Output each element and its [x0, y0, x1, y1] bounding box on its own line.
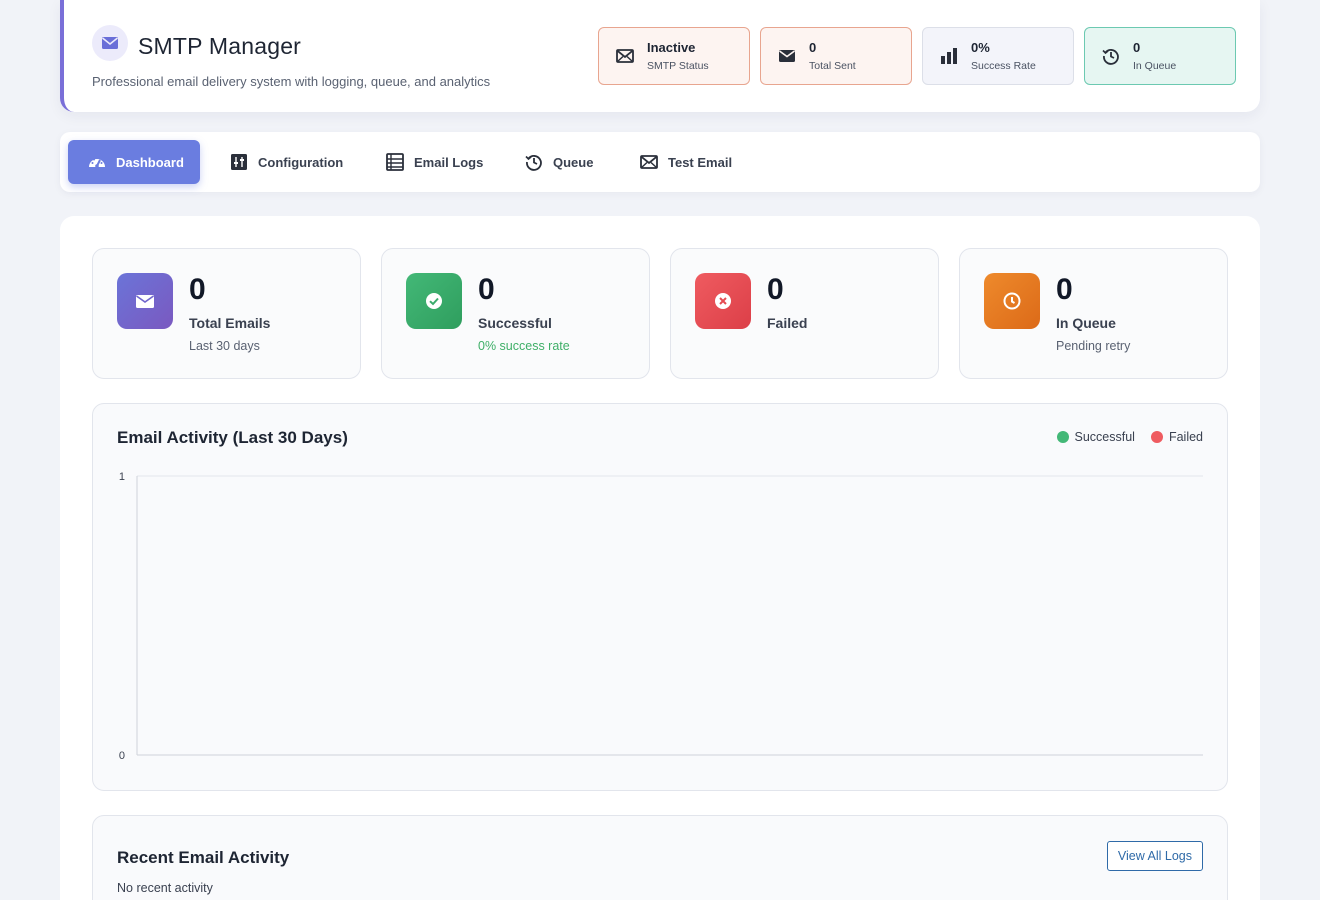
- stat-value: 0: [1056, 273, 1073, 306]
- stat-value: 0: [478, 273, 495, 306]
- tab-configuration-label: Configuration: [258, 154, 344, 170]
- chart-y-tick-label: 0: [119, 750, 125, 762]
- clock-icon: [984, 273, 1040, 329]
- stat-label: Successful: [478, 315, 552, 331]
- email-activity-chart: Email Activity (Last 30 Days) Successful…: [92, 403, 1228, 791]
- stat-card-successful: 0 Successful 0% success rate: [381, 248, 650, 379]
- sliders-icon: [230, 153, 248, 171]
- total-sent-label: Total Sent: [809, 59, 856, 72]
- list-icon: [386, 153, 404, 171]
- total-sent-pill: 0 Total Sent: [760, 27, 912, 85]
- tab-dashboard[interactable]: Dashboard: [68, 140, 200, 184]
- stat-card-in-queue: 0 In Queue Pending retry: [959, 248, 1228, 379]
- dashboard-panel: 0 Total Emails Last 30 days 0 Successful…: [60, 216, 1260, 900]
- stat-card-failed: 0 Failed: [670, 248, 939, 379]
- total-sent-value: 0: [809, 39, 817, 55]
- chart-plot-area: 10: [119, 471, 1203, 762]
- tab-email-logs-label: Email Logs: [414, 154, 484, 170]
- chart-y-tick-label: 1: [119, 471, 125, 483]
- history-icon: [525, 153, 543, 171]
- success-rate-value: 0%: [971, 39, 990, 55]
- dashboard-icon: [88, 153, 106, 171]
- recent-activity-card: Recent Email Activity No recent activity…: [92, 815, 1228, 900]
- stat-subtext: Pending retry: [1056, 339, 1131, 353]
- smtp-status-label: SMTP Status: [647, 59, 709, 72]
- mail-icon: [777, 46, 797, 66]
- in-queue-label: In Queue: [1133, 59, 1177, 72]
- main-tabs: Dashboard Configuration Email Logs Queue…: [60, 132, 1260, 192]
- stat-label: In Queue: [1056, 315, 1116, 331]
- stat-label: Failed: [767, 315, 808, 331]
- tab-dashboard-label: Dashboard: [116, 154, 184, 170]
- tab-queue[interactable]: Queue: [505, 140, 613, 184]
- success-rate-label: Success Rate: [971, 59, 1036, 72]
- envelope-icon: [640, 153, 658, 171]
- success-rate-pill: 0% Success Rate: [922, 27, 1074, 85]
- page-title: SMTP Manager: [138, 33, 302, 59]
- tab-test-email-label: Test Email: [668, 154, 733, 170]
- page-subtitle: Professional email delivery system with …: [92, 74, 491, 89]
- recent-activity-empty: No recent activity: [117, 881, 213, 895]
- tab-test-email[interactable]: Test Email: [620, 140, 752, 184]
- recent-activity-title: Recent Email Activity: [117, 848, 290, 867]
- stat-subtext: Last 30 days: [189, 339, 260, 353]
- stat-card-total-emails: 0 Total Emails Last 30 days: [92, 248, 361, 379]
- view-all-logs-button[interactable]: View All Logs: [1106, 841, 1203, 871]
- logo-envelope-icon: [92, 25, 128, 61]
- stat-subtext: 0% success rate: [478, 339, 570, 353]
- envelope-icon: [117, 273, 173, 329]
- app-header: SMTP Manager Professional email delivery…: [60, 0, 1260, 112]
- stat-value: 0: [189, 273, 206, 306]
- in-queue-value: 0: [1133, 39, 1141, 55]
- smtp-status-pill: Inactive SMTP Status: [598, 27, 750, 85]
- history-icon: [1101, 46, 1121, 66]
- bar-chart-icon: [939, 46, 959, 66]
- stat-label: Total Emails: [189, 315, 271, 331]
- stat-value: 0: [767, 273, 784, 306]
- x-circle-icon: [695, 273, 751, 329]
- tab-configuration[interactable]: Configuration: [210, 140, 363, 184]
- tab-queue-label: Queue: [553, 154, 594, 170]
- tab-email-logs[interactable]: Email Logs: [366, 140, 503, 184]
- check-circle-icon: [406, 273, 462, 329]
- in-queue-pill: 0 In Queue: [1084, 27, 1236, 85]
- envelope-icon: [615, 46, 635, 66]
- smtp-status-value: Inactive: [647, 39, 696, 55]
